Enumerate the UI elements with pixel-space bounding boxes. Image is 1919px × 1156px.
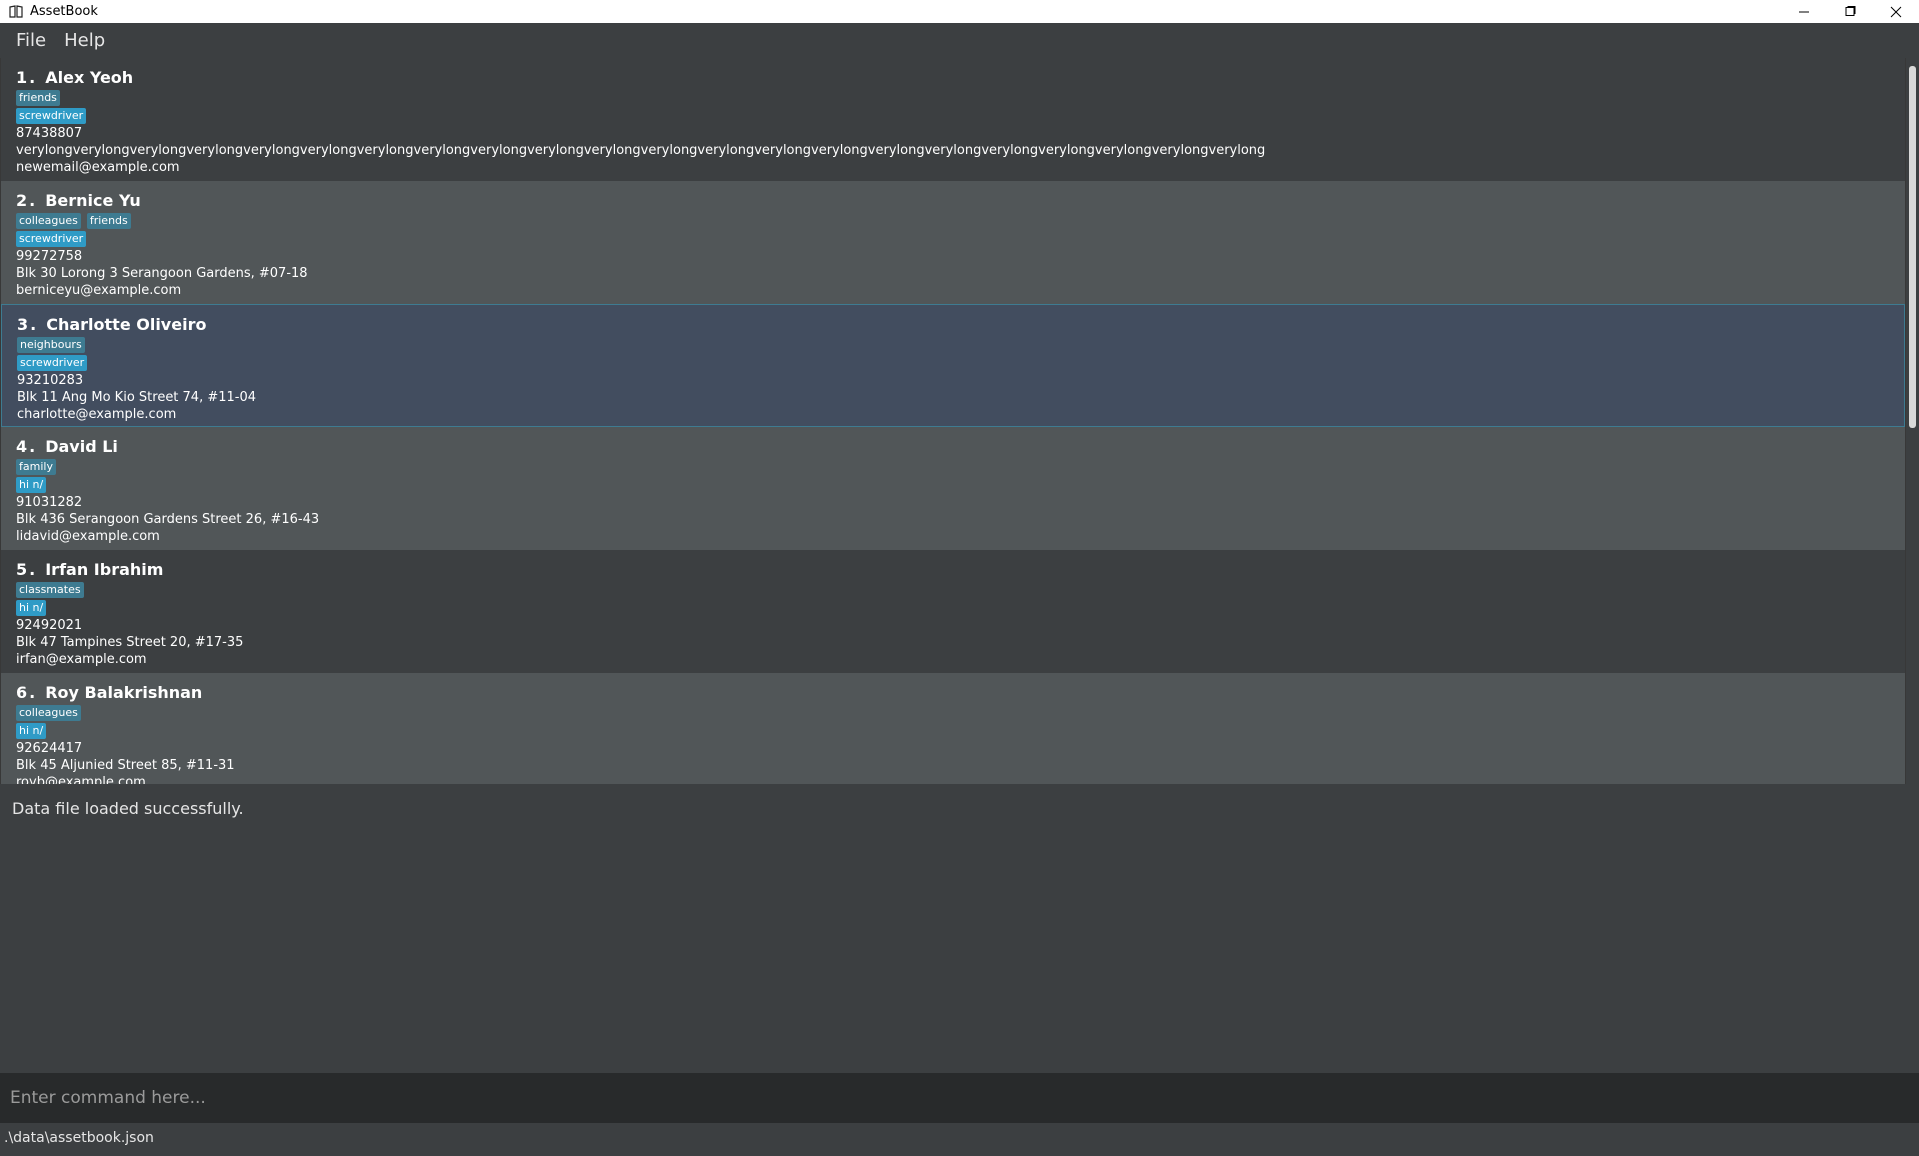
- window-title: AssetBook: [30, 4, 98, 19]
- contact-phone: 92624417: [16, 741, 83, 756]
- tag-label: colleagues: [16, 705, 81, 721]
- minimize-icon[interactable]: [1781, 0, 1827, 23]
- contact-name: Alex Yeoh: [45, 68, 134, 87]
- contact-index: 4.: [16, 437, 38, 456]
- contact-card[interactable]: 4. David Li family hi n/ 91031282 Blk 43…: [1, 427, 1905, 550]
- contact-email: charlotte@example.com: [17, 407, 177, 422]
- tag-label: colleagues: [16, 213, 81, 229]
- contact-name: Charlotte Oliveiro: [46, 315, 207, 334]
- title-bar: AssetBook: [0, 0, 1919, 23]
- tag-list: colleagues friends: [16, 213, 131, 229]
- asset-label: screwdriver: [16, 108, 87, 124]
- asset-label: hi n/: [16, 723, 47, 739]
- menu-help[interactable]: Help: [64, 30, 105, 51]
- contact-phone: 87438807: [16, 126, 83, 141]
- asset-list: hi n/: [16, 723, 47, 739]
- tag-list: family: [16, 459, 56, 475]
- result-message: Data file loaded successfully.: [12, 799, 244, 818]
- contact-name: David Li: [45, 437, 118, 456]
- asset-list: screwdriver: [16, 108, 87, 124]
- contact-name: Roy Balakrishnan: [45, 683, 203, 702]
- contact-phone: 91031282: [16, 495, 83, 510]
- contact-phone: 92492021: [16, 618, 83, 633]
- tag-label: family: [16, 459, 56, 475]
- contact-email: royb@example.com: [16, 775, 146, 784]
- tag-list: classmates: [16, 582, 84, 598]
- contact-card[interactable]: 1. Alex Yeoh friends screwdriver 8743880…: [1, 58, 1905, 181]
- tag-list: friends: [16, 90, 60, 106]
- menu-bar: File Help: [0, 23, 1919, 58]
- contact-address: Blk 30 Lorong 3 Serangoon Gardens, #07-1…: [16, 266, 308, 281]
- menu-file[interactable]: File: [16, 30, 46, 51]
- asset-label: screwdriver: [16, 231, 87, 247]
- result-display: Data file loaded successfully.: [0, 784, 1919, 1073]
- tag-label: friends: [16, 90, 60, 106]
- command-input[interactable]: [0, 1073, 1919, 1123]
- tag-label: neighbours: [17, 337, 85, 353]
- contact-card-selected[interactable]: 3. Charlotte Oliveiro neighbours screwdr…: [1, 304, 1905, 427]
- contact-index: 6.: [16, 683, 38, 702]
- tag-label: classmates: [16, 582, 84, 598]
- contact-card[interactable]: 6. Roy Balakrishnan colleagues hi n/ 926…: [1, 673, 1905, 784]
- tag-label: friends: [86, 213, 131, 229]
- contact-address: Blk 47 Tampines Street 20, #17-35: [16, 635, 244, 650]
- asset-list: screwdriver: [17, 355, 88, 371]
- list-scrollbar[interactable]: [1906, 58, 1919, 784]
- book-icon: [8, 5, 24, 19]
- contact-email: irfan@example.com: [16, 652, 147, 667]
- contact-name: Bernice Yu: [45, 191, 141, 210]
- contact-name: Irfan Ibrahim: [45, 560, 164, 579]
- contact-phone: 93210283: [17, 373, 84, 388]
- contact-address: Blk 45 Aljunied Street 85, #11-31: [16, 758, 235, 773]
- tag-list: colleagues: [16, 705, 81, 721]
- contact-card[interactable]: 2. Bernice Yu colleagues friends screwdr…: [1, 181, 1905, 304]
- contact-email: newemail@example.com: [16, 160, 180, 175]
- contact-index: 2.: [16, 191, 38, 210]
- contact-index: 5.: [16, 560, 38, 579]
- tag-list: neighbours: [17, 337, 85, 353]
- contact-email: lidavid@example.com: [16, 529, 160, 544]
- asset-list: hi n/: [16, 600, 47, 616]
- asset-label: hi n/: [16, 600, 47, 616]
- scroll-thumb[interactable]: [1909, 66, 1916, 428]
- asset-list: screwdriver: [16, 231, 87, 247]
- save-location: .\data\assetbook.json: [4, 1130, 154, 1146]
- asset-list: hi n/: [16, 477, 47, 493]
- contact-email: berniceyu@example.com: [16, 283, 182, 298]
- command-box: [0, 1073, 1919, 1123]
- contact-address: Blk 11 Ang Mo Kio Street 74, #11-04: [17, 390, 257, 405]
- asset-label: hi n/: [16, 477, 47, 493]
- contact-index: 1.: [16, 68, 38, 87]
- contact-list[interactable]: 1. Alex Yeoh friends screwdriver 8743880…: [0, 58, 1919, 784]
- contact-phone: 99272758: [16, 249, 83, 264]
- maximize-icon[interactable]: [1827, 0, 1873, 23]
- contact-address: verylongverylongverylongverylongverylong…: [16, 143, 1266, 158]
- contact-index: 3.: [17, 315, 39, 334]
- contact-address: Blk 436 Serangoon Gardens Street 26, #16…: [16, 512, 320, 527]
- close-icon[interactable]: [1873, 0, 1919, 23]
- contact-card[interactable]: 5. Irfan Ibrahim classmates hi n/ 924920…: [1, 550, 1905, 673]
- asset-label: screwdriver: [17, 355, 88, 371]
- status-bar: .\data\assetbook.json: [0, 1123, 1919, 1156]
